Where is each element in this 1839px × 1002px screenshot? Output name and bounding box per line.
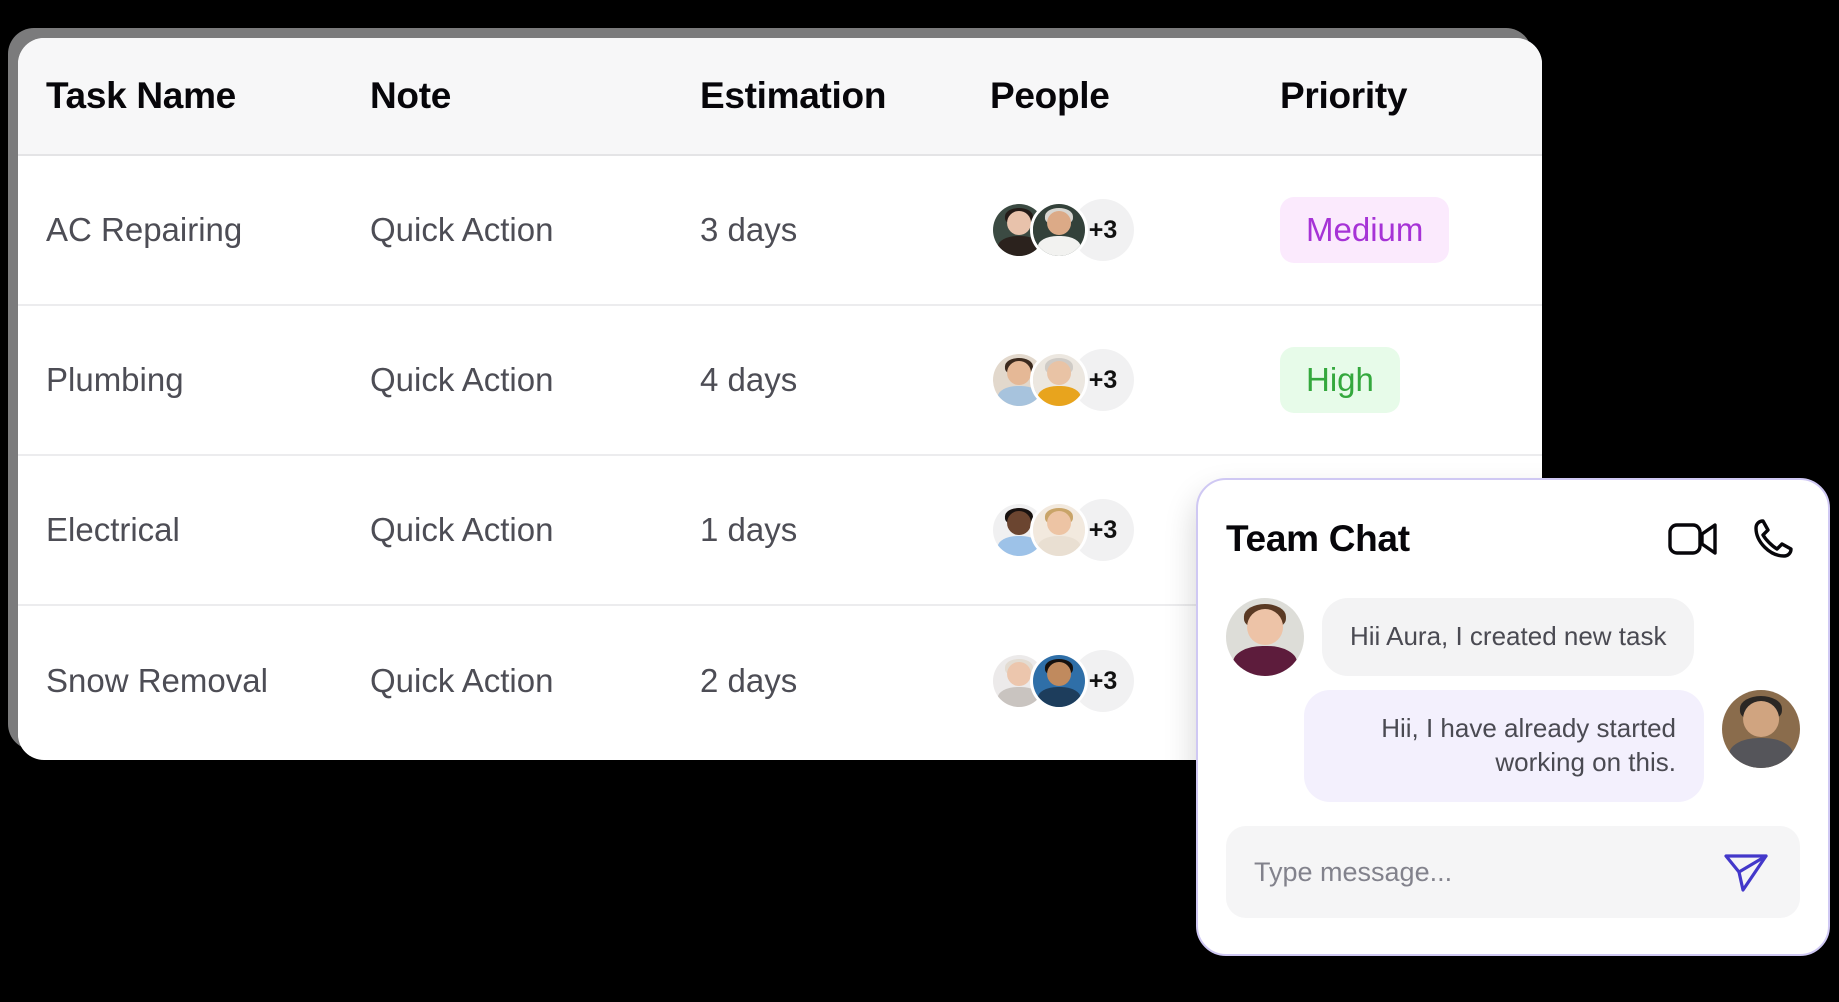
cell-people[interactable]: +3 (990, 349, 1280, 411)
cell-priority[interactable]: High (1280, 347, 1542, 413)
column-header-estimation[interactable]: Estimation (700, 75, 990, 117)
cell-estimation: 2 days (700, 662, 798, 699)
chat-message-outgoing: Hii, I have already started working on t… (1226, 690, 1800, 802)
chat-bubble: Hii, I have already started working on t… (1304, 690, 1704, 802)
cell-task-name: Snow Removal (46, 662, 268, 699)
screen-root: Task Name Note Estimation People Priorit… (0, 0, 1839, 1002)
column-header-priority[interactable]: Priority (1280, 75, 1542, 117)
message-input[interactable] (1254, 856, 1720, 888)
cell-note: Quick Action (370, 511, 554, 548)
cell-note: Quick Action (370, 361, 554, 398)
cell-task-name: Electrical (46, 511, 180, 548)
cell-note: Quick Action (370, 662, 554, 699)
cell-priority[interactable]: Medium (1280, 197, 1542, 263)
avatar[interactable] (1030, 501, 1088, 559)
cell-estimation: 1 days (700, 511, 798, 548)
column-header-note[interactable]: Note (370, 75, 700, 117)
cell-estimation: 4 days (700, 361, 798, 398)
chat-header: Team Chat (1226, 480, 1800, 584)
avatar[interactable] (1030, 201, 1088, 259)
column-header-people[interactable]: People (990, 75, 1280, 117)
cell-task-name: AC Repairing (46, 211, 243, 248)
status-badge[interactable]: Medium (1280, 197, 1450, 263)
video-camera-icon[interactable] (1666, 512, 1720, 566)
cell-note: Quick Action (370, 211, 554, 248)
team-chat-panel: Team Chat Hii Aura, I created new task H… (1196, 478, 1830, 956)
avatar[interactable] (1226, 598, 1304, 676)
cell-people[interactable]: +3 (990, 199, 1280, 261)
chat-composer[interactable] (1226, 826, 1800, 918)
chat-bubble: Hii Aura, I created new task (1322, 598, 1695, 676)
column-header-task-name[interactable]: Task Name (18, 75, 370, 117)
chat-title: Team Chat (1226, 518, 1410, 559)
chat-header-actions (1666, 512, 1800, 566)
avatar[interactable] (1030, 652, 1088, 710)
send-icon[interactable] (1720, 846, 1772, 898)
avatar-group[interactable]: +3 (990, 349, 1280, 411)
cell-task-name: Plumbing (46, 361, 184, 398)
cell-estimation: 3 days (700, 211, 798, 248)
status-badge[interactable]: High (1280, 347, 1400, 413)
table-row[interactable]: Plumbing Quick Action 4 days +3 High (18, 306, 1542, 456)
avatar[interactable] (1030, 351, 1088, 409)
phone-icon[interactable] (1746, 512, 1800, 566)
table-row[interactable]: AC Repairing Quick Action 3 days +3 Medi… (18, 156, 1542, 306)
table-header-row: Task Name Note Estimation People Priorit… (18, 38, 1542, 156)
avatar[interactable] (1722, 690, 1800, 768)
chat-message-incoming: Hii Aura, I created new task (1226, 598, 1800, 676)
avatar-group[interactable]: +3 (990, 199, 1280, 261)
